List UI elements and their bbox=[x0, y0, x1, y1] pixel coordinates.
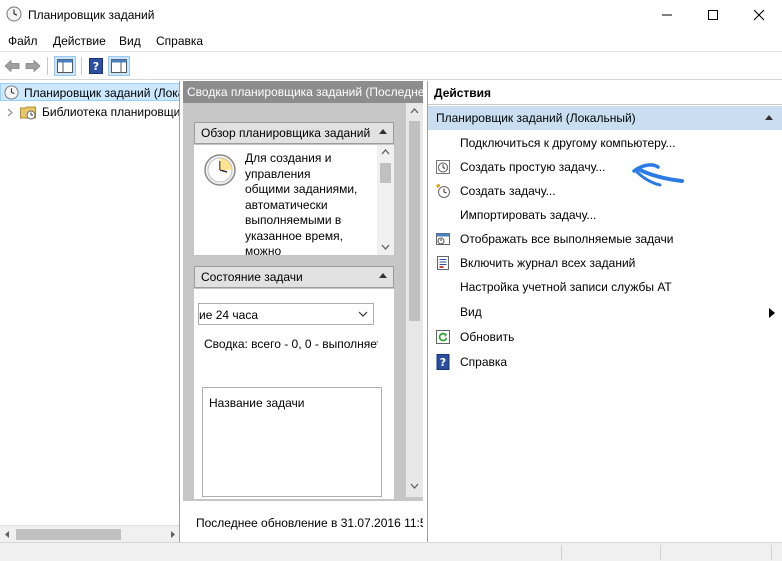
task-name-column-header[interactable]: Название задачи bbox=[209, 396, 305, 410]
status-divider bbox=[660, 545, 661, 560]
overview-section-header[interactable]: Обзор планировщика заданий bbox=[194, 122, 394, 144]
create-task-icon bbox=[435, 183, 450, 198]
expand-chevron-icon[interactable] bbox=[7, 108, 13, 117]
svg-text:?: ? bbox=[93, 60, 99, 73]
maximize-icon bbox=[708, 10, 718, 20]
scroll-down-icon[interactable] bbox=[381, 244, 390, 250]
menu-action[interactable]: Действие bbox=[53, 34, 106, 48]
task-status-section-body: ие 24 часа Сводка: всего - 0, 0 - выполн… bbox=[194, 289, 394, 499]
task-status-section-header[interactable]: Состояние задачи bbox=[194, 266, 394, 288]
tree-horizontal-scrollbar[interactable] bbox=[0, 525, 179, 542]
window-title: Планировщик заданий bbox=[28, 8, 155, 22]
last-update-area: Последнее обновление в 31.07.2016 11:55 bbox=[183, 501, 423, 542]
tree-item-task-library[interactable]: Библиотека планировщика заданий bbox=[0, 103, 180, 121]
summary-content: Обзор планировщика заданий Для создания … bbox=[190, 115, 398, 499]
forward-arrow-icon bbox=[25, 59, 41, 73]
action-enable-history[interactable]: Включить журнал всех заданий bbox=[428, 252, 782, 274]
scrollbar-thumb[interactable] bbox=[380, 163, 391, 183]
running-tasks-icon bbox=[436, 233, 450, 245]
chevron-down-icon[interactable] bbox=[358, 311, 368, 317]
status-bar bbox=[0, 542, 782, 561]
scroll-left-icon[interactable] bbox=[4, 530, 10, 539]
overview-section-title: Обзор планировщика заданий bbox=[201, 126, 371, 140]
annotation-arrow-icon bbox=[632, 163, 684, 187]
action-display-running-tasks[interactable]: Отображать все выполняемые задачи bbox=[428, 228, 782, 250]
last-update-text: Последнее обновление в 31.07.2016 11:55 bbox=[196, 516, 423, 530]
clock-icon bbox=[4, 85, 19, 100]
status-divider bbox=[561, 545, 562, 560]
scrollbar-thumb[interactable] bbox=[16, 529, 121, 540]
summary-header: Сводка планировщика заданий (Последнее о… bbox=[183, 81, 423, 103]
scroll-right-icon[interactable] bbox=[170, 530, 176, 539]
action-create-basic-task[interactable]: Создать простую задачу... bbox=[428, 156, 782, 178]
toolbar-separator bbox=[47, 57, 48, 75]
tree-item-task-scheduler-local[interactable]: Планировщик заданий (Локальный) bbox=[0, 83, 179, 101]
tree-item-label: Планировщик заданий (Локальный) bbox=[24, 86, 179, 100]
action-import-task[interactable]: Импортировать задачу... bbox=[428, 204, 782, 226]
refresh-icon bbox=[436, 330, 450, 344]
summary-vertical-scrollbar[interactable] bbox=[406, 103, 423, 497]
show-console-tree-button[interactable] bbox=[54, 56, 76, 76]
submenu-arrow-icon bbox=[769, 308, 775, 318]
summary-pane: Сводка планировщика заданий (Последнее о… bbox=[183, 81, 423, 542]
task-list[interactable]: Название задачи bbox=[202, 387, 382, 497]
overview-section-body: Для создания и управления общими задания… bbox=[194, 145, 394, 255]
period-select-value: ие 24 часа bbox=[199, 308, 258, 322]
console-tree: Планировщик заданий (Локальный) Библиоте… bbox=[0, 81, 180, 542]
scroll-up-icon[interactable] bbox=[410, 108, 419, 114]
back-button[interactable] bbox=[3, 56, 21, 76]
task-status-section-title: Состояние задачи bbox=[201, 270, 303, 284]
overview-scrollbar[interactable] bbox=[377, 145, 394, 255]
action-help[interactable]: ? Справка bbox=[428, 351, 782, 373]
menu-view[interactable]: Вид bbox=[119, 34, 141, 48]
scroll-up-icon[interactable] bbox=[381, 149, 390, 155]
title-bar: Планировщик заданий bbox=[0, 0, 782, 30]
help-icon: ? bbox=[436, 354, 450, 370]
menu-help[interactable]: Справка bbox=[156, 34, 203, 48]
svg-text:?: ? bbox=[440, 356, 446, 369]
action-pane-icon bbox=[111, 59, 127, 73]
actions-pane: Действия Планировщик заданий (Локальный)… bbox=[427, 81, 782, 542]
scroll-down-icon[interactable] bbox=[410, 483, 419, 489]
overview-text: Для создания и управления общими задания… bbox=[245, 151, 358, 255]
collapse-caret-icon[interactable] bbox=[379, 273, 387, 278]
toolbar-separator bbox=[81, 57, 82, 75]
status-divider bbox=[771, 545, 772, 560]
collapse-caret-icon[interactable] bbox=[765, 115, 773, 120]
action-create-task[interactable]: Создать задачу... bbox=[428, 180, 782, 202]
maximize-button[interactable] bbox=[690, 0, 736, 30]
minimize-button[interactable] bbox=[644, 0, 690, 30]
close-button[interactable] bbox=[736, 0, 782, 30]
minimize-icon bbox=[662, 14, 672, 16]
forward-button[interactable] bbox=[24, 56, 42, 76]
collapse-caret-icon[interactable] bbox=[379, 129, 387, 134]
help-icon: ? bbox=[89, 58, 103, 74]
actions-group-header[interactable]: Планировщик заданий (Локальный) bbox=[428, 106, 782, 130]
scrollbar-thumb[interactable] bbox=[409, 121, 420, 321]
close-icon bbox=[753, 9, 765, 21]
action-view[interactable]: Вид bbox=[428, 301, 782, 323]
menu-file[interactable]: Файл bbox=[8, 34, 38, 48]
history-icon bbox=[437, 256, 449, 270]
tree-item-label: Библиотека планировщика заданий bbox=[42, 105, 180, 119]
menu-bar: Файл Действие Вид Справка bbox=[0, 30, 782, 52]
clock-icon bbox=[6, 6, 22, 22]
period-select[interactable]: ие 24 часа bbox=[198, 303, 374, 325]
action-connect-to-computer[interactable]: Подключиться к другому компьютеру... bbox=[428, 132, 782, 154]
task-status-summary: Сводка: всего - 0, 0 - выполняется bbox=[204, 337, 378, 351]
show-action-pane-button[interactable] bbox=[108, 56, 130, 76]
action-refresh[interactable]: Обновить bbox=[428, 326, 782, 348]
actions-group-title: Планировщик заданий (Локальный) bbox=[436, 111, 636, 125]
folder-clock-icon bbox=[20, 106, 36, 120]
toolbar: ? bbox=[0, 52, 782, 80]
clock-icon bbox=[204, 154, 236, 186]
help-toolbar-button[interactable]: ? bbox=[86, 56, 106, 76]
actions-title: Действия bbox=[428, 81, 782, 105]
create-basic-task-icon bbox=[436, 160, 450, 174]
console-tree-icon bbox=[57, 59, 73, 73]
action-at-service-account[interactable]: Настройка учетной записи службы AT bbox=[428, 276, 782, 298]
back-arrow-icon bbox=[4, 59, 20, 73]
